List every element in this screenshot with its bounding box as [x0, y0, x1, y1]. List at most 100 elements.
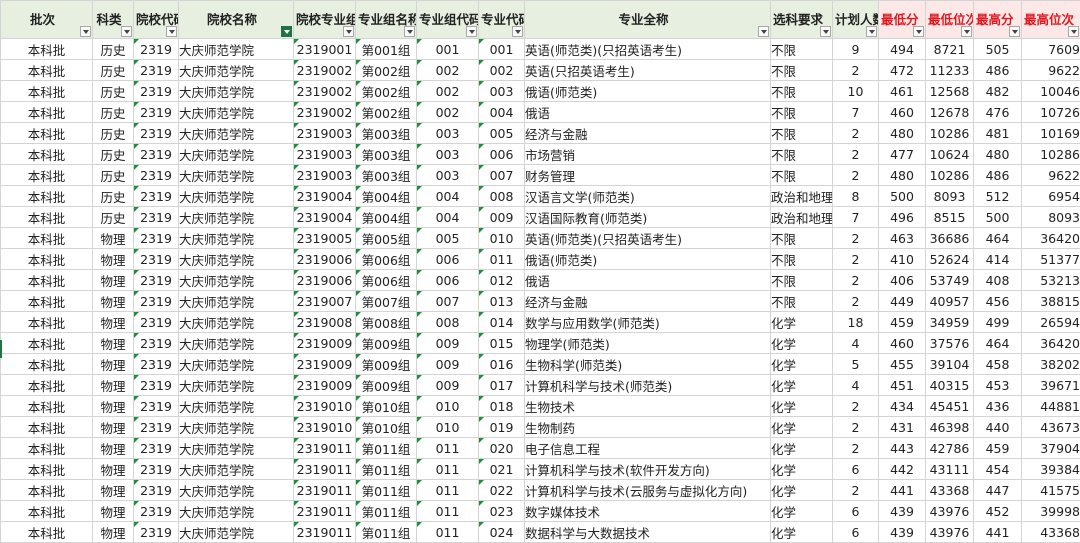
cell-group-number[interactable]: 003: [417, 123, 479, 144]
cell-subject-req[interactable]: 化学: [771, 459, 833, 480]
cell-group-name[interactable]: 第010组: [356, 396, 417, 417]
cell-school-name[interactable]: 大庆师范学院: [179, 417, 294, 438]
cell-group-code[interactable]: 2319003: [294, 144, 356, 165]
cell-min-rank[interactable]: 46398: [926, 417, 974, 438]
cell-batch[interactable]: 本科批: [1, 522, 93, 543]
cell-max-score[interactable]: 459: [974, 438, 1022, 459]
cell-group-code[interactable]: 2319002: [294, 60, 356, 81]
cell-min-score[interactable]: 477: [879, 144, 926, 165]
cell-category[interactable]: 历史: [93, 123, 134, 144]
cell-group-number[interactable]: 002: [417, 81, 479, 102]
column-header-min-score[interactable]: 最低分: [879, 1, 926, 39]
cell-school-code[interactable]: 2319: [134, 417, 179, 438]
cell-major-name[interactable]: 英语(只招英语考生): [525, 60, 771, 81]
cell-min-score[interactable]: 439: [879, 522, 926, 543]
cell-school-name[interactable]: 大庆师范学院: [179, 249, 294, 270]
column-header-major-name[interactable]: 专业全称: [525, 1, 771, 39]
cell-min-score[interactable]: 500: [879, 186, 926, 207]
cell-category[interactable]: 历史: [93, 102, 134, 123]
cell-group-code[interactable]: 2319011: [294, 438, 356, 459]
cell-max-rank[interactable]: 41575: [1022, 480, 1080, 501]
cell-subject-req[interactable]: 不限: [771, 144, 833, 165]
cell-min-rank[interactable]: 43976: [926, 501, 974, 522]
column-header-major-code[interactable]: 专业代码: [479, 1, 525, 39]
cell-min-rank[interactable]: 42786: [926, 438, 974, 459]
cell-major-name[interactable]: 计算机科学与技术(软件开发方向): [525, 459, 771, 480]
cell-school-code[interactable]: 2319: [134, 270, 179, 291]
cell-batch[interactable]: 本科批: [1, 354, 93, 375]
cell-subject-req[interactable]: 不限: [771, 291, 833, 312]
cell-major-name[interactable]: 计算机科学与技术(师范类): [525, 375, 771, 396]
cell-plan-count[interactable]: 7: [833, 102, 879, 123]
cell-max-rank[interactable]: 36420: [1022, 333, 1080, 354]
cell-batch[interactable]: 本科批: [1, 501, 93, 522]
cell-school-code[interactable]: 2319: [134, 186, 179, 207]
cell-category[interactable]: 历史: [93, 165, 134, 186]
cell-plan-count[interactable]: 2: [833, 417, 879, 438]
cell-group-name[interactable]: 第011组: [356, 459, 417, 480]
cell-batch[interactable]: 本科批: [1, 396, 93, 417]
cell-max-score[interactable]: 447: [974, 480, 1022, 501]
cell-school-code[interactable]: 2319: [134, 501, 179, 522]
cell-plan-count[interactable]: 5: [833, 354, 879, 375]
cell-school-code[interactable]: 2319: [134, 249, 179, 270]
cell-min-rank[interactable]: 36686: [926, 228, 974, 249]
cell-group-number[interactable]: 010: [417, 417, 479, 438]
cell-min-score[interactable]: 496: [879, 207, 926, 228]
cell-max-rank[interactable]: 43368: [1022, 522, 1080, 543]
cell-major-code[interactable]: 007: [479, 165, 525, 186]
cell-major-code[interactable]: 009: [479, 207, 525, 228]
cell-group-name[interactable]: 第011组: [356, 501, 417, 522]
cell-major-name[interactable]: 生物技术: [525, 396, 771, 417]
cell-batch[interactable]: 本科批: [1, 333, 93, 354]
cell-group-name[interactable]: 第009组: [356, 354, 417, 375]
cell-min-rank[interactable]: 40957: [926, 291, 974, 312]
cell-major-code[interactable]: 021: [479, 459, 525, 480]
cell-group-number[interactable]: 011: [417, 501, 479, 522]
cell-min-score[interactable]: 472: [879, 60, 926, 81]
cell-group-name[interactable]: 第007组: [356, 291, 417, 312]
cell-group-code[interactable]: 2319002: [294, 102, 356, 123]
cell-max-score[interactable]: 452: [974, 501, 1022, 522]
cell-max-score[interactable]: 486: [974, 60, 1022, 81]
cell-subject-req[interactable]: 不限: [771, 228, 833, 249]
cell-max-rank[interactable]: 38202: [1022, 354, 1080, 375]
cell-subject-req[interactable]: 政治和地理: [771, 186, 833, 207]
cell-school-name[interactable]: 大庆师范学院: [179, 228, 294, 249]
cell-school-code[interactable]: 2319: [134, 480, 179, 501]
cell-group-number[interactable]: 005: [417, 228, 479, 249]
cell-major-name[interactable]: 英语(师范类)(只招英语考生): [525, 228, 771, 249]
cell-max-score[interactable]: 500: [974, 207, 1022, 228]
cell-group-code[interactable]: 2319002: [294, 81, 356, 102]
filter-dropdown-icon[interactable]: [913, 26, 924, 37]
cell-school-name[interactable]: 大庆师范学院: [179, 291, 294, 312]
cell-category[interactable]: 历史: [93, 60, 134, 81]
cell-max-score[interactable]: 481: [974, 123, 1022, 144]
cell-max-score[interactable]: 456: [974, 291, 1022, 312]
cell-max-score[interactable]: 464: [974, 333, 1022, 354]
cell-school-name[interactable]: 大庆师范学院: [179, 396, 294, 417]
cell-group-code[interactable]: 2319010: [294, 396, 356, 417]
column-header-category[interactable]: 科类: [93, 1, 134, 39]
cell-min-score[interactable]: 410: [879, 249, 926, 270]
cell-max-rank[interactable]: 26594: [1022, 312, 1080, 333]
column-header-group-name[interactable]: 专业组名称: [356, 1, 417, 39]
cell-max-rank[interactable]: 37904: [1022, 438, 1080, 459]
cell-group-number[interactable]: 004: [417, 186, 479, 207]
cell-plan-count[interactable]: 4: [833, 375, 879, 396]
cell-group-code[interactable]: 2319006: [294, 249, 356, 270]
cell-category[interactable]: 物理: [93, 333, 134, 354]
cell-group-code[interactable]: 2319011: [294, 459, 356, 480]
column-header-max-rank[interactable]: 最高位次: [1022, 1, 1080, 39]
cell-batch[interactable]: 本科批: [1, 60, 93, 81]
cell-group-number[interactable]: 006: [417, 270, 479, 291]
cell-school-name[interactable]: 大庆师范学院: [179, 501, 294, 522]
cell-school-name[interactable]: 大庆师范学院: [179, 270, 294, 291]
cell-school-name[interactable]: 大庆师范学院: [179, 438, 294, 459]
cell-school-name[interactable]: 大庆师范学院: [179, 333, 294, 354]
cell-batch[interactable]: 本科批: [1, 270, 93, 291]
cell-school-name[interactable]: 大庆师范学院: [179, 354, 294, 375]
cell-group-code[interactable]: 2319011: [294, 522, 356, 543]
cell-plan-count[interactable]: 2: [833, 144, 879, 165]
cell-min-rank[interactable]: 8093: [926, 186, 974, 207]
